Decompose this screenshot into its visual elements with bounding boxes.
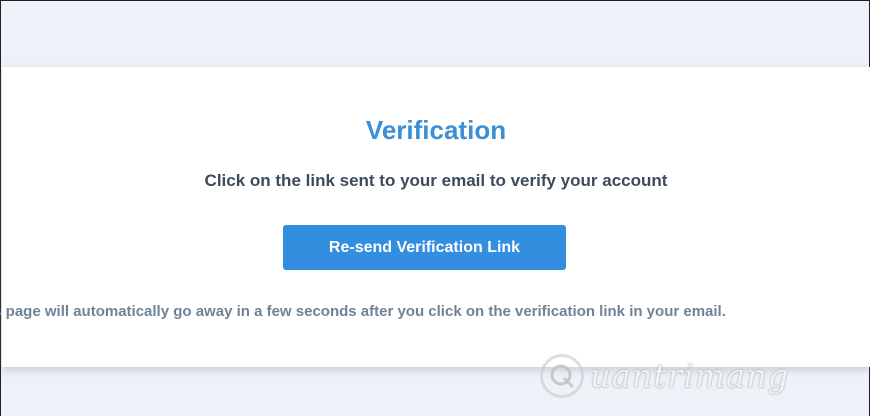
watermark: uantrimang	[540, 348, 830, 404]
verification-title: Verification	[365, 115, 507, 145]
verification-card: Verification Click on the link sent to y…	[0, 67, 870, 367]
resend-verification-button[interactable]: Re-send Verification Link	[283, 225, 566, 270]
watermark-text: uantrimang	[590, 357, 790, 395]
watermark-q-glyph	[550, 364, 574, 388]
quantrimang-logo-icon	[540, 354, 584, 398]
verification-instructions: Click on the link sent to your email to …	[204, 171, 668, 190]
auto-dismiss-note: is page will automatically go away in a …	[0, 303, 726, 320]
